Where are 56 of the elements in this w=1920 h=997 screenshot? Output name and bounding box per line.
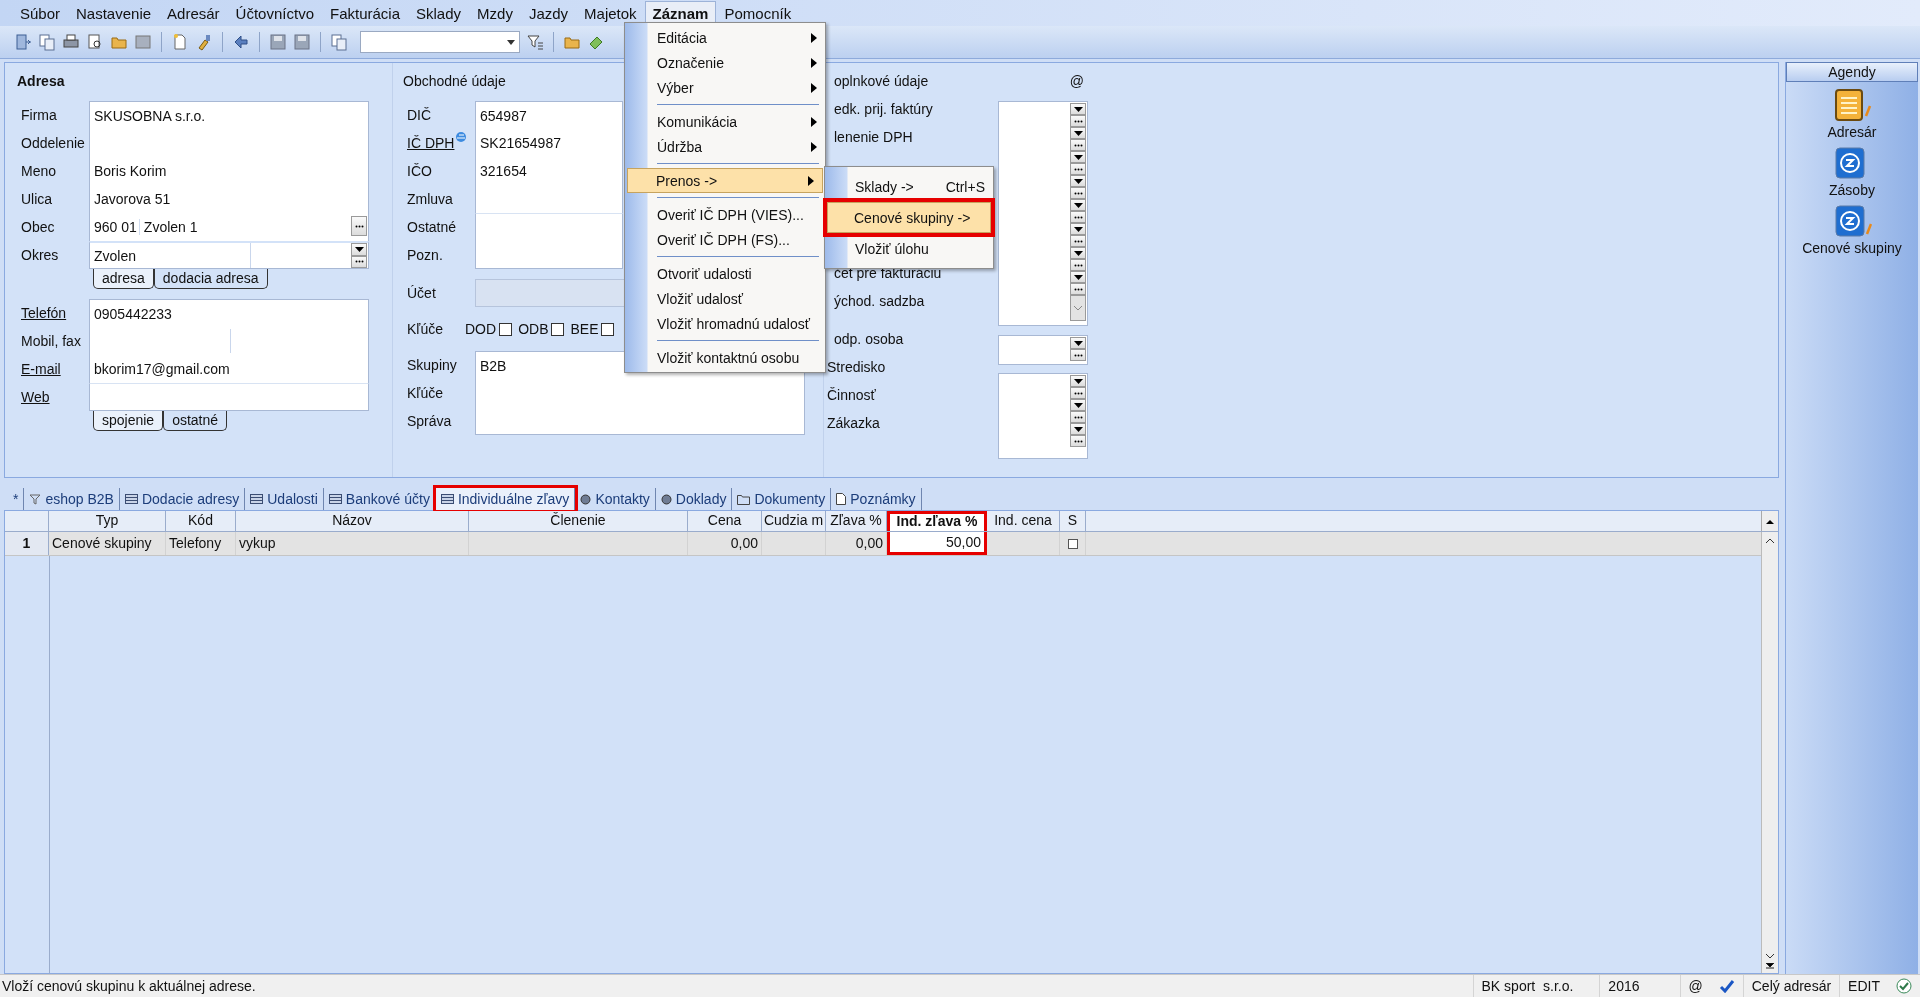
status-at: @	[1679, 975, 1711, 997]
field-value: 960 01	[93, 219, 137, 235]
row-number: 1	[5, 532, 49, 555]
field-label: Zákazka	[827, 415, 880, 431]
field-label: Pozn.	[406, 246, 444, 265]
field-label: IČO	[406, 162, 433, 181]
field-value: Zvolen 1	[138, 219, 198, 235]
status-company: BK sport s.r.o.	[1472, 975, 1600, 997]
section-title: oplnkové údaje	[834, 73, 929, 91]
field-label: edk. prij. faktúry	[834, 101, 933, 117]
field-value: 321654	[479, 163, 527, 179]
field-label: Meno	[20, 162, 58, 181]
checkbox-label: ODB	[518, 321, 549, 337]
field-value: bkorim17@gmail.com	[93, 361, 230, 377]
sidebar-header: Agendy	[1786, 62, 1918, 82]
status-message: Vloží cenovú skupinu k aktuálnej adrese.	[1, 978, 257, 994]
field-label: DIČ	[406, 106, 433, 125]
field-value: SKUSOBNA s.r.o.	[93, 107, 206, 124]
field-label: Stredisko	[827, 359, 886, 375]
field-label: Zmluva	[406, 190, 454, 209]
field-label: odp. osoba	[834, 331, 904, 347]
table-cell: Telefony	[166, 532, 236, 555]
field-value: Javorova 51	[93, 191, 171, 207]
field-value: 654987	[479, 107, 527, 124]
field-value: B2B	[479, 357, 507, 374]
field-label: Oddelenie	[20, 134, 86, 153]
field-value: Boris Korim	[93, 163, 167, 179]
checkbox-label: DOD	[465, 321, 497, 337]
field-label: ýchod. sadzba	[834, 293, 925, 309]
field-label: Ostatné	[406, 218, 458, 237]
field-label: Správa	[406, 412, 453, 431]
field-label: Skupiny	[406, 356, 458, 375]
table-cell: 0,00	[688, 532, 762, 555]
field-label: Obec	[20, 218, 56, 237]
section-title: Obchodné údaje	[403, 73, 506, 91]
field-value: SK21654987	[479, 135, 561, 151]
checkbox-label: BEE	[570, 321, 599, 337]
table-cell: Cenové skupiny	[49, 532, 166, 555]
status-year: 2016	[1599, 975, 1680, 997]
status-mode: EDIT	[1839, 975, 1888, 997]
table-cell: 50,00	[887, 532, 987, 555]
at-sign: @	[1069, 73, 1084, 91]
field-label: Činnosť	[827, 387, 876, 403]
field-label: lenenie DPH	[834, 129, 913, 145]
field-label: Mobil, fax	[20, 332, 82, 351]
field-label: Účet	[406, 284, 437, 303]
field-label: Kľúče	[406, 320, 444, 339]
field-label: Kľúče	[406, 384, 444, 403]
status-scope: Celý adresár	[1742, 975, 1840, 997]
field-label: Okres	[20, 246, 60, 265]
field-label: Ulica	[20, 190, 54, 209]
field-value: 0905442233	[93, 305, 172, 322]
field-value: Zvolen	[93, 247, 137, 264]
section-title: Adresa	[17, 73, 65, 91]
field-label: Firma	[20, 106, 58, 125]
table-cell: vykup	[236, 532, 469, 555]
